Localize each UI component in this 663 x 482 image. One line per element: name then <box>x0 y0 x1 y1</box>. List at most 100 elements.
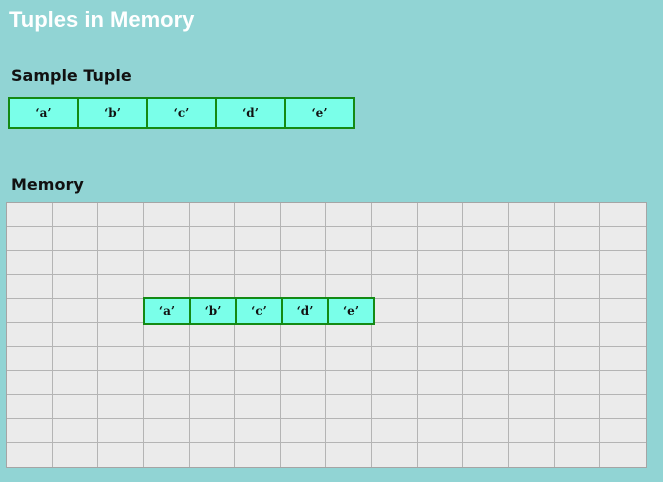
memory-cell <box>417 419 464 443</box>
memory-cell <box>189 203 236 227</box>
memory-cell <box>143 347 190 371</box>
memory-cell <box>235 275 281 299</box>
memory-cell <box>7 323 53 347</box>
memory-cell <box>463 371 510 395</box>
memory-cell <box>372 227 418 251</box>
memory-cell <box>463 251 510 275</box>
memory-tuple-cell: ‘b’ <box>191 299 237 323</box>
memory-cell <box>7 371 53 395</box>
memory-cell <box>52 299 99 323</box>
memory-cell <box>600 443 646 467</box>
memory-cell <box>509 203 555 227</box>
memory-cell <box>143 227 190 251</box>
memory-cell <box>280 347 327 371</box>
memory-cell <box>600 419 646 443</box>
memory-cell <box>53 443 99 467</box>
page-title: Tuples in Memory <box>9 7 195 32</box>
memory-cell <box>98 251 144 275</box>
memory-cell <box>7 203 53 227</box>
memory-cell <box>190 443 236 467</box>
memory-cell <box>98 203 144 227</box>
memory-cell <box>509 371 555 395</box>
memory-cell <box>372 395 418 419</box>
memory-cell <box>326 347 373 371</box>
sample-tuple-cell: ‘e’ <box>286 99 353 127</box>
memory-cell <box>326 275 373 299</box>
memory-cell <box>463 275 510 299</box>
memory-cell <box>280 227 327 251</box>
memory-heading: Memory <box>11 175 84 194</box>
memory-cell <box>326 371 373 395</box>
memory-cell <box>235 395 281 419</box>
memory-cell <box>554 203 601 227</box>
memory-cell <box>235 251 281 275</box>
memory-cell <box>554 227 601 251</box>
memory-cell <box>52 203 99 227</box>
memory-cell <box>280 323 327 347</box>
memory-cell <box>326 443 373 467</box>
memory-cell <box>52 371 99 395</box>
memory-cell <box>372 299 418 323</box>
memory-cell <box>326 251 373 275</box>
memory-cell <box>417 323 464 347</box>
memory-cell <box>280 251 327 275</box>
memory-cell <box>554 395 601 419</box>
memory-cell <box>417 251 464 275</box>
memory-cell <box>143 371 190 395</box>
memory-cell <box>417 395 464 419</box>
memory-cell <box>189 347 236 371</box>
memory-cell <box>98 395 144 419</box>
memory-cell <box>554 299 601 323</box>
memory-cell <box>554 275 601 299</box>
memory-cell <box>463 443 510 467</box>
memory-cell <box>98 443 144 467</box>
memory-cell <box>509 275 555 299</box>
memory-cell <box>554 371 601 395</box>
sample-tuple: ‘a’ ‘b’ ‘c’ ‘d’ ‘e’ <box>8 97 355 129</box>
memory-cell <box>52 227 99 251</box>
memory-cell <box>509 299 555 323</box>
memory-cell <box>7 419 53 443</box>
memory-cell <box>372 275 418 299</box>
sample-tuple-cell: ‘b’ <box>79 99 148 127</box>
memory-cell <box>143 395 190 419</box>
memory-cell <box>463 347 510 371</box>
memory-cell <box>372 419 418 443</box>
memory-cell <box>235 419 281 443</box>
memory-cell <box>463 227 510 251</box>
memory-cell <box>189 371 236 395</box>
memory-cell <box>280 419 327 443</box>
memory-cell <box>554 419 601 443</box>
memory-cell <box>417 227 464 251</box>
memory-cell <box>600 203 646 227</box>
memory-cell <box>417 275 464 299</box>
memory-cell <box>235 227 281 251</box>
memory-cell <box>143 419 190 443</box>
sample-tuple-heading: Sample Tuple <box>11 66 132 85</box>
memory-cell <box>52 347 99 371</box>
memory-cell <box>509 395 555 419</box>
sample-tuple-cell: ‘c’ <box>148 99 217 127</box>
memory-cell <box>235 323 281 347</box>
memory-cell <box>417 347 464 371</box>
memory-cell <box>372 347 418 371</box>
memory-cell <box>52 323 99 347</box>
memory-cell <box>7 299 53 323</box>
memory-cell <box>189 251 236 275</box>
memory-cell <box>143 251 190 275</box>
memory-cell <box>189 419 236 443</box>
memory-cell <box>98 227 144 251</box>
memory-cell <box>509 443 555 467</box>
memory-cell <box>7 275 53 299</box>
memory-cell <box>7 395 53 419</box>
memory-cell <box>280 203 327 227</box>
memory-cell <box>143 275 190 299</box>
memory-cell <box>372 251 418 275</box>
memory-cell <box>326 203 373 227</box>
memory-cell <box>98 347 144 371</box>
memory-tuple-cell: ‘a’ <box>145 299 191 323</box>
memory-cell <box>52 395 99 419</box>
memory-cell <box>326 323 373 347</box>
memory-cell <box>555 443 601 467</box>
memory-cell <box>281 443 327 467</box>
